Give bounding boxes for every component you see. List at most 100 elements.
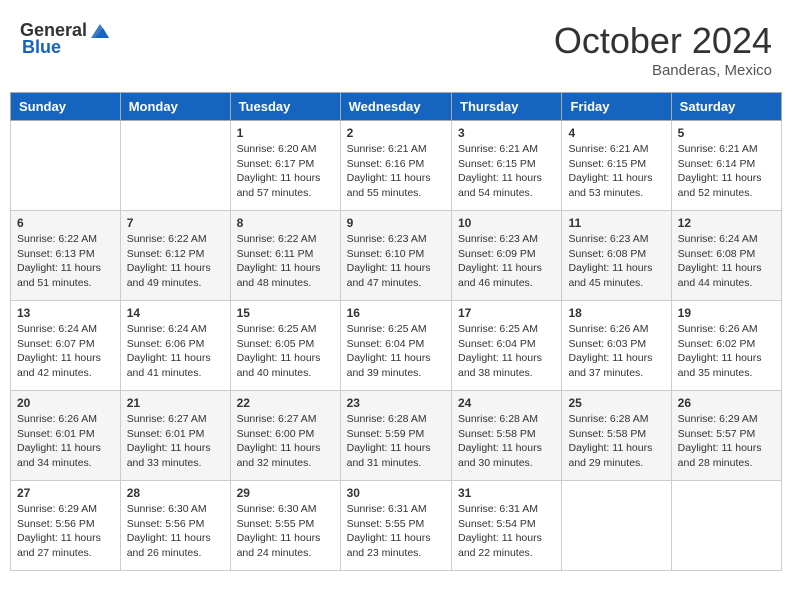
calendar-day-cell: 5 Sunrise: 6:21 AM Sunset: 6:14 PM Daylig… [671, 121, 781, 211]
day-number: 24 [458, 396, 555, 410]
day-number: 2 [347, 126, 445, 140]
day-info: Sunrise: 6:27 AM Sunset: 6:00 PM Dayligh… [237, 412, 334, 471]
location-title: Banderas, Mexico [554, 62, 772, 79]
day-info: Sunrise: 6:21 AM Sunset: 6:16 PM Dayligh… [347, 142, 445, 201]
logo-blue-text: Blue [22, 38, 61, 58]
calendar-week-row: 1Sunrise: 6:20 AM Sunset: 6:17 PM Daylig… [11, 121, 782, 211]
day-number: 10 [458, 216, 555, 230]
calendar-day-cell [671, 481, 781, 571]
day-info: Sunrise: 6:21 AM Sunset: 6:15 PM Dayligh… [568, 142, 664, 201]
day-info: Sunrise: 6:22 AM Sunset: 6:11 PM Dayligh… [237, 232, 334, 291]
day-number: 3 [458, 126, 555, 140]
day-number: 21 [127, 396, 224, 410]
day-number: 26 [678, 396, 775, 410]
calendar-table: SundayMondayTuesdayWednesdayThursdayFrid… [10, 92, 782, 571]
day-number: 11 [568, 216, 664, 230]
day-info: Sunrise: 6:30 AM Sunset: 5:56 PM Dayligh… [127, 502, 224, 561]
day-number: 1 [237, 126, 334, 140]
day-info: Sunrise: 6:24 AM Sunset: 6:06 PM Dayligh… [127, 322, 224, 381]
calendar-week-row: 6Sunrise: 6:22 AM Sunset: 6:13 PM Daylig… [11, 211, 782, 301]
calendar-day-cell: 28Sunrise: 6:30 AM Sunset: 5:56 PM Dayli… [120, 481, 230, 571]
day-number: 16 [347, 306, 445, 320]
day-number: 17 [458, 306, 555, 320]
day-info: Sunrise: 6:26 AM Sunset: 6:02 PM Dayligh… [678, 322, 775, 381]
day-number: 9 [347, 216, 445, 230]
calendar-day-cell: 18 Sunrise: 6:26 AM Sunset: 6:03 PM Dayli… [562, 301, 671, 391]
calendar-day-cell: 24 Sunrise: 6:28 AM Sunset: 5:58 PM Dayli… [452, 391, 562, 481]
day-info: Sunrise: 6:29 AM Sunset: 5:56 PM Dayligh… [17, 502, 114, 561]
calendar-day-cell: 20 Sunrise: 6:26 AM Sunset: 6:01 PM Dayli… [11, 391, 121, 481]
day-number: 18 [568, 306, 664, 320]
day-info: Sunrise: 6:26 AM Sunset: 6:03 PM Dayligh… [568, 322, 664, 381]
weekday-header-cell: Thursday [452, 93, 562, 121]
calendar-day-cell: 7 Sunrise: 6:22 AM Sunset: 6:12 PM Daylig… [120, 211, 230, 301]
weekday-header-cell: Monday [120, 93, 230, 121]
calendar-day-cell: 15Sunrise: 6:25 AM Sunset: 6:05 PM Dayli… [230, 301, 340, 391]
logo: General Blue [20, 20, 111, 58]
calendar-day-cell: 22 Sunrise: 6:27 AM Sunset: 6:00 PM Dayli… [230, 391, 340, 481]
day-info: Sunrise: 6:24 AM Sunset: 6:08 PM Dayligh… [678, 232, 775, 291]
title-area: October 2024 Banderas, Mexico [554, 20, 772, 79]
calendar-day-cell: 21Sunrise: 6:27 AM Sunset: 6:01 PM Dayli… [120, 391, 230, 481]
day-number: 30 [347, 486, 445, 500]
day-info: Sunrise: 6:28 AM Sunset: 5:58 PM Dayligh… [458, 412, 555, 471]
day-info: Sunrise: 6:28 AM Sunset: 5:58 PM Dayligh… [568, 412, 664, 471]
day-info: Sunrise: 6:21 AM Sunset: 6:14 PM Dayligh… [678, 142, 775, 201]
day-number: 8 [237, 216, 334, 230]
day-number: 22 [237, 396, 334, 410]
day-info: Sunrise: 6:22 AM Sunset: 6:12 PM Dayligh… [127, 232, 224, 291]
day-info: Sunrise: 6:24 AM Sunset: 6:07 PM Dayligh… [17, 322, 114, 381]
calendar-day-cell: 31 Sunrise: 6:31 AM Sunset: 5:54 PM Dayli… [452, 481, 562, 571]
calendar-day-cell [562, 481, 671, 571]
header: General Blue October 2024 Banderas, Mexi… [10, 10, 782, 84]
day-info: Sunrise: 6:21 AM Sunset: 6:15 PM Dayligh… [458, 142, 555, 201]
day-number: 20 [17, 396, 114, 410]
weekday-header-cell: Saturday [671, 93, 781, 121]
day-info: Sunrise: 6:25 AM Sunset: 6:04 PM Dayligh… [458, 322, 555, 381]
logo-icon [89, 20, 111, 42]
calendar-week-row: 20 Sunrise: 6:26 AM Sunset: 6:01 PM Dayli… [11, 391, 782, 481]
weekday-header-row: SundayMondayTuesdayWednesdayThursdayFrid… [11, 93, 782, 121]
calendar-day-cell: 1Sunrise: 6:20 AM Sunset: 6:17 PM Daylig… [230, 121, 340, 211]
day-info: Sunrise: 6:25 AM Sunset: 6:04 PM Dayligh… [347, 322, 445, 381]
calendar-day-cell [120, 121, 230, 211]
day-number: 31 [458, 486, 555, 500]
day-number: 6 [17, 216, 114, 230]
day-number: 12 [678, 216, 775, 230]
calendar-week-row: 13 Sunrise: 6:24 AM Sunset: 6:07 PM Dayli… [11, 301, 782, 391]
weekday-header-cell: Tuesday [230, 93, 340, 121]
calendar-day-cell: 25 Sunrise: 6:28 AM Sunset: 5:58 PM Dayli… [562, 391, 671, 481]
calendar-day-cell: 11 Sunrise: 6:23 AM Sunset: 6:08 PM Dayli… [562, 211, 671, 301]
day-info: Sunrise: 6:23 AM Sunset: 6:09 PM Dayligh… [458, 232, 555, 291]
month-title: October 2024 [554, 20, 772, 62]
calendar-week-row: 27 Sunrise: 6:29 AM Sunset: 5:56 PM Dayli… [11, 481, 782, 571]
day-info: Sunrise: 6:30 AM Sunset: 5:55 PM Dayligh… [237, 502, 334, 561]
day-info: Sunrise: 6:28 AM Sunset: 5:59 PM Dayligh… [347, 412, 445, 471]
day-number: 25 [568, 396, 664, 410]
day-number: 7 [127, 216, 224, 230]
calendar-day-cell: 19Sunrise: 6:26 AM Sunset: 6:02 PM Dayli… [671, 301, 781, 391]
calendar-day-cell [11, 121, 121, 211]
day-info: Sunrise: 6:31 AM Sunset: 5:54 PM Dayligh… [458, 502, 555, 561]
calendar-day-cell: 29 Sunrise: 6:30 AM Sunset: 5:55 PM Dayli… [230, 481, 340, 571]
calendar-day-cell: 9Sunrise: 6:23 AM Sunset: 6:10 PM Daylig… [340, 211, 451, 301]
calendar-day-cell: 30Sunrise: 6:31 AM Sunset: 5:55 PM Dayli… [340, 481, 451, 571]
calendar-day-cell: 8 Sunrise: 6:22 AM Sunset: 6:11 PM Daylig… [230, 211, 340, 301]
day-number: 13 [17, 306, 114, 320]
calendar-day-cell: 12 Sunrise: 6:24 AM Sunset: 6:08 PM Dayli… [671, 211, 781, 301]
day-number: 5 [678, 126, 775, 140]
day-info: Sunrise: 6:25 AM Sunset: 6:05 PM Dayligh… [237, 322, 334, 381]
calendar-day-cell: 10 Sunrise: 6:23 AM Sunset: 6:09 PM Dayli… [452, 211, 562, 301]
calendar-day-cell: 13 Sunrise: 6:24 AM Sunset: 6:07 PM Dayli… [11, 301, 121, 391]
calendar-day-cell: 3 Sunrise: 6:21 AM Sunset: 6:15 PM Daylig… [452, 121, 562, 211]
day-info: Sunrise: 6:23 AM Sunset: 6:08 PM Dayligh… [568, 232, 664, 291]
day-number: 27 [17, 486, 114, 500]
calendar-day-cell: 4Sunrise: 6:21 AM Sunset: 6:15 PM Daylig… [562, 121, 671, 211]
day-number: 29 [237, 486, 334, 500]
calendar-day-cell: 2 Sunrise: 6:21 AM Sunset: 6:16 PM Daylig… [340, 121, 451, 211]
day-info: Sunrise: 6:26 AM Sunset: 6:01 PM Dayligh… [17, 412, 114, 471]
calendar-day-cell: 16 Sunrise: 6:25 AM Sunset: 6:04 PM Dayli… [340, 301, 451, 391]
weekday-header-cell: Sunday [11, 93, 121, 121]
calendar-day-cell: 17 Sunrise: 6:25 AM Sunset: 6:04 PM Dayli… [452, 301, 562, 391]
day-number: 23 [347, 396, 445, 410]
